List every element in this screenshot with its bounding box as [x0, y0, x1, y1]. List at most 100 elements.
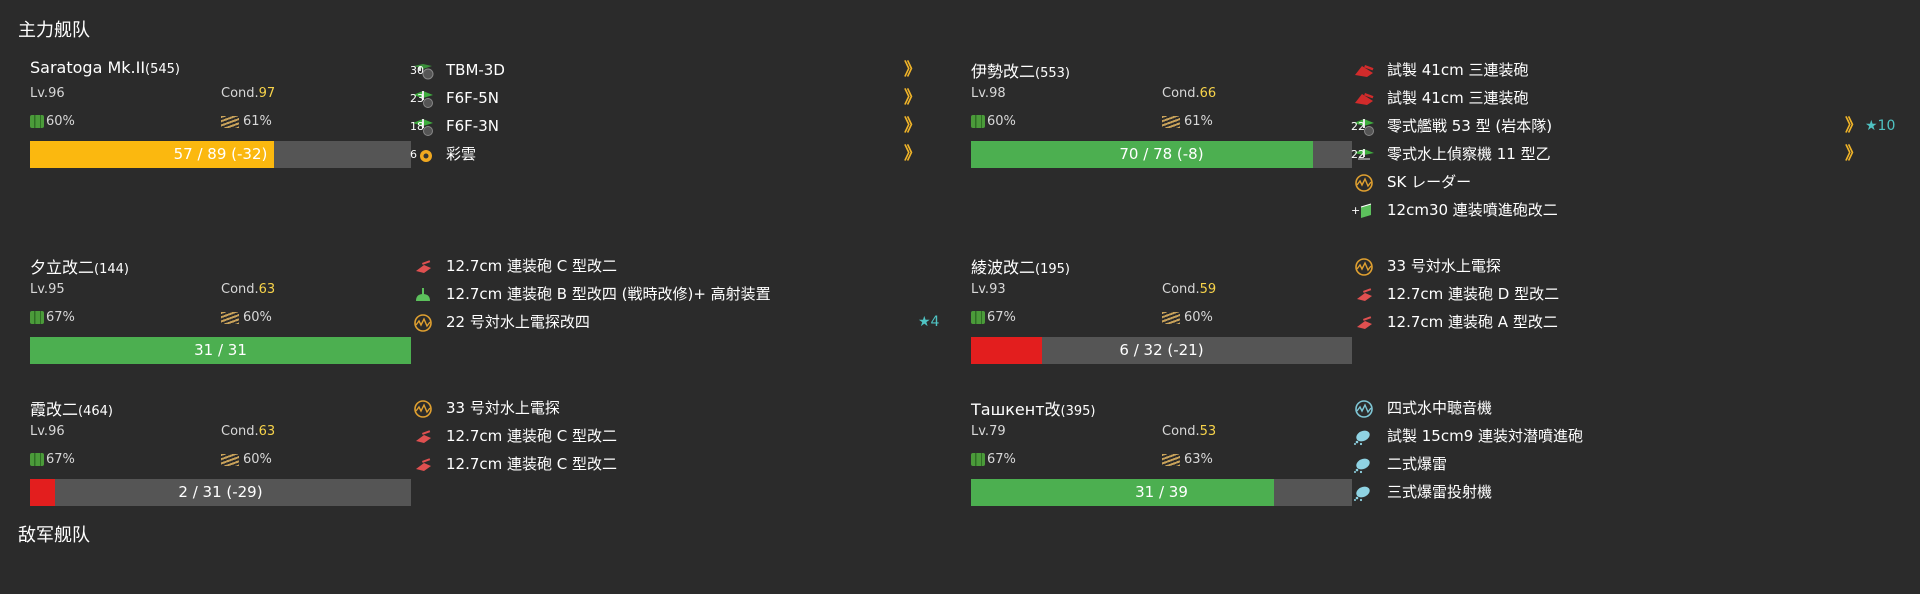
fuel-icon	[971, 453, 985, 466]
equipment-list: 12.7cm 連装砲 C 型改二 12.7cm 連装砲 B 型改四 (戦時改修)…	[412, 252, 939, 336]
depth-charge-icon	[1353, 483, 1375, 502]
ammo-status: 61%	[1162, 114, 1213, 129]
radar-icon	[1353, 173, 1375, 192]
radar-icon	[412, 399, 434, 418]
ammo-icon	[221, 311, 239, 324]
improvement-star: ★4	[918, 314, 940, 330]
small-gun-icon	[1353, 313, 1375, 331]
ammo-status: 60%	[221, 452, 272, 467]
ship-id: (464)	[78, 404, 113, 419]
hp-text: 31 / 39	[1135, 483, 1188, 501]
equip-name: 四式水中聴音機	[1387, 399, 1493, 417]
equip-name: 試製 41cm 三連装砲	[1387, 89, 1529, 107]
ship-name[interactable]: 夕立改二(144)	[30, 254, 129, 278]
equipment-list: 30 TBM-3D 》 23 F6F-5N 》 18 F6F-3N 》 6 彩雲…	[410, 56, 932, 168]
equip-row[interactable]: 12.7cm 連装砲 D 型改二	[1353, 280, 1873, 308]
ship-condition: Cond.63	[221, 282, 276, 297]
equip-row[interactable]: 三式爆雷投射機	[1353, 478, 1873, 506]
hp-text: 57 / 89 (-32)	[173, 145, 268, 163]
equipment-list: 四式水中聴音機 試製 15cm9 連装対潜噴進砲 二式爆雷 三式爆雷投射機	[1353, 394, 1873, 506]
slot-count: 18	[410, 120, 424, 133]
small-gun-icon	[412, 455, 434, 473]
ship-condition: Cond.66	[1162, 86, 1217, 101]
proficiency-chevron-icon: 》	[904, 116, 921, 136]
ship-name[interactable]: 霞改二(464)	[30, 396, 113, 420]
equip-row[interactable]: 12.7cm 連装砲 A 型改二	[1353, 308, 1873, 336]
equip-row[interactable]: 6 彩雲 》	[410, 140, 932, 168]
equip-row[interactable]: 33 号対水上電探	[412, 394, 932, 422]
equip-name: 試製 41cm 三連装砲	[1387, 61, 1529, 79]
equip-row[interactable]: 33 号対水上電探	[1353, 252, 1873, 280]
equip-name: TBM-3D	[446, 61, 505, 79]
equip-row[interactable]: 18 F6F-3N 》	[410, 112, 932, 140]
ship-card: 伊勢改二(553) Lv.98 Cond.66 60% 61% 70 / 78 …	[971, 56, 1911, 256]
slot-count: 22	[1351, 120, 1365, 133]
hp-text: 31 / 31	[194, 341, 247, 359]
ammo-status: 60%	[1162, 310, 1213, 325]
hp-bar: 31 / 31	[30, 337, 411, 364]
equip-row[interactable]: 22 零式艦戦 53 型 (岩本隊) 》 ★10	[1351, 112, 1895, 140]
ship-card: 霞改二(464) Lv.96 Cond.63 67% 60% 2 / 31 (-…	[30, 394, 970, 594]
aa-gun-icon	[412, 285, 434, 303]
radar-icon	[1353, 257, 1375, 276]
ammo-icon	[1162, 115, 1180, 128]
ammo-icon	[221, 115, 239, 128]
ship-condition: Cond.53	[1162, 424, 1217, 439]
equip-name: 試製 15cm9 連装対潜噴進砲	[1387, 427, 1584, 445]
equip-row[interactable]: 12.7cm 連装砲 C 型改二	[412, 422, 932, 450]
large-gun-icon	[1353, 89, 1375, 107]
fuel-status: 67%	[971, 310, 1016, 325]
equip-row[interactable]: 12.7cm 連装砲 B 型改四 (戦時改修)+ 高射装置	[412, 280, 932, 308]
equip-row[interactable]: 試製 41cm 三連装砲	[1353, 84, 1873, 112]
fuel-icon	[971, 115, 985, 128]
equip-row[interactable]: 23 F6F-5N 》	[410, 84, 932, 112]
ammo-icon	[221, 453, 239, 466]
equip-name: 零式艦戦 53 型 (岩本隊)	[1387, 117, 1553, 135]
ship-level: Lv.93	[971, 282, 1006, 297]
hp-bar: 31 / 39	[971, 479, 1352, 506]
equipment-list: 試製 41cm 三連装砲 試製 41cm 三連装砲 22 零式艦戦 53 型 (…	[1351, 56, 1895, 224]
equip-row[interactable]: 試製 15cm9 連装対潜噴進砲	[1353, 422, 1873, 450]
ship-name[interactable]: Ташкент改(395)	[971, 396, 1095, 420]
ship-condition: Cond.63	[221, 424, 276, 439]
equip-row[interactable]: + 12cm30 連装噴進砲改二	[1351, 196, 1873, 224]
fuel-status: 67%	[971, 452, 1016, 467]
equip-row[interactable]: 22 号対水上電探改四 ★4	[412, 308, 939, 336]
ship-name[interactable]: 伊勢改二(553)	[971, 58, 1070, 82]
equip-name: 12.7cm 連装砲 A 型改二	[1387, 313, 1558, 331]
enemy-fleet-title: 敌军舰队	[18, 525, 90, 546]
hp-bar: 57 / 89 (-32)	[30, 141, 411, 168]
equip-name: 彩雲	[446, 145, 477, 163]
ship-name[interactable]: 綾波改二(195)	[971, 254, 1070, 278]
sonar-icon	[1353, 399, 1375, 418]
equipment-list: 33 号対水上電探 12.7cm 連装砲 C 型改二 12.7cm 連装砲 C …	[412, 394, 932, 478]
equip-row[interactable]: 22 零式水上偵察機 11 型乙 》	[1351, 140, 1873, 168]
ship-level: Lv.95	[30, 282, 65, 297]
ship-name[interactable]: Saratoga Mk.II(545)	[30, 58, 180, 77]
equip-row[interactable]: 30 TBM-3D 》	[410, 56, 932, 84]
fuel-icon	[30, 115, 44, 128]
fuel-status: 67%	[30, 452, 75, 467]
fuel-icon	[971, 311, 985, 324]
equip-name: F6F-5N	[446, 89, 499, 107]
equip-row[interactable]: 四式水中聴音機	[1353, 394, 1873, 422]
ship-card: Ташкент改(395) Lv.79 Cond.53 67% 63% 31 /…	[971, 394, 1911, 594]
proficiency-chevron-icon: 》	[1845, 116, 1862, 136]
equip-row[interactable]: 12.7cm 連装砲 C 型改二	[412, 450, 932, 478]
equip-name: 12cm30 連装噴進砲改二	[1387, 201, 1558, 219]
fuel-status: 60%	[30, 114, 75, 129]
depth-charge-icon	[1353, 427, 1375, 446]
ship-id: (195)	[1035, 262, 1070, 277]
equip-row[interactable]: 二式爆雷	[1353, 450, 1873, 478]
ammo-status: 63%	[1162, 452, 1213, 467]
fuel-status: 67%	[30, 310, 75, 325]
improvement-star: ★10	[1865, 118, 1896, 134]
equip-row[interactable]: 試製 41cm 三連装砲	[1353, 56, 1873, 84]
equip-row[interactable]: SK レーダー	[1353, 168, 1873, 196]
hp-bar: 2 / 31 (-29)	[30, 479, 411, 506]
ship-level: Lv.98	[971, 86, 1006, 101]
equip-name: SK レーダー	[1387, 173, 1472, 191]
proficiency-chevron-icon: 》	[904, 144, 921, 164]
equip-row[interactable]: 12.7cm 連装砲 C 型改二	[412, 252, 932, 280]
equip-name: 33 号対水上電探	[1387, 257, 1501, 275]
